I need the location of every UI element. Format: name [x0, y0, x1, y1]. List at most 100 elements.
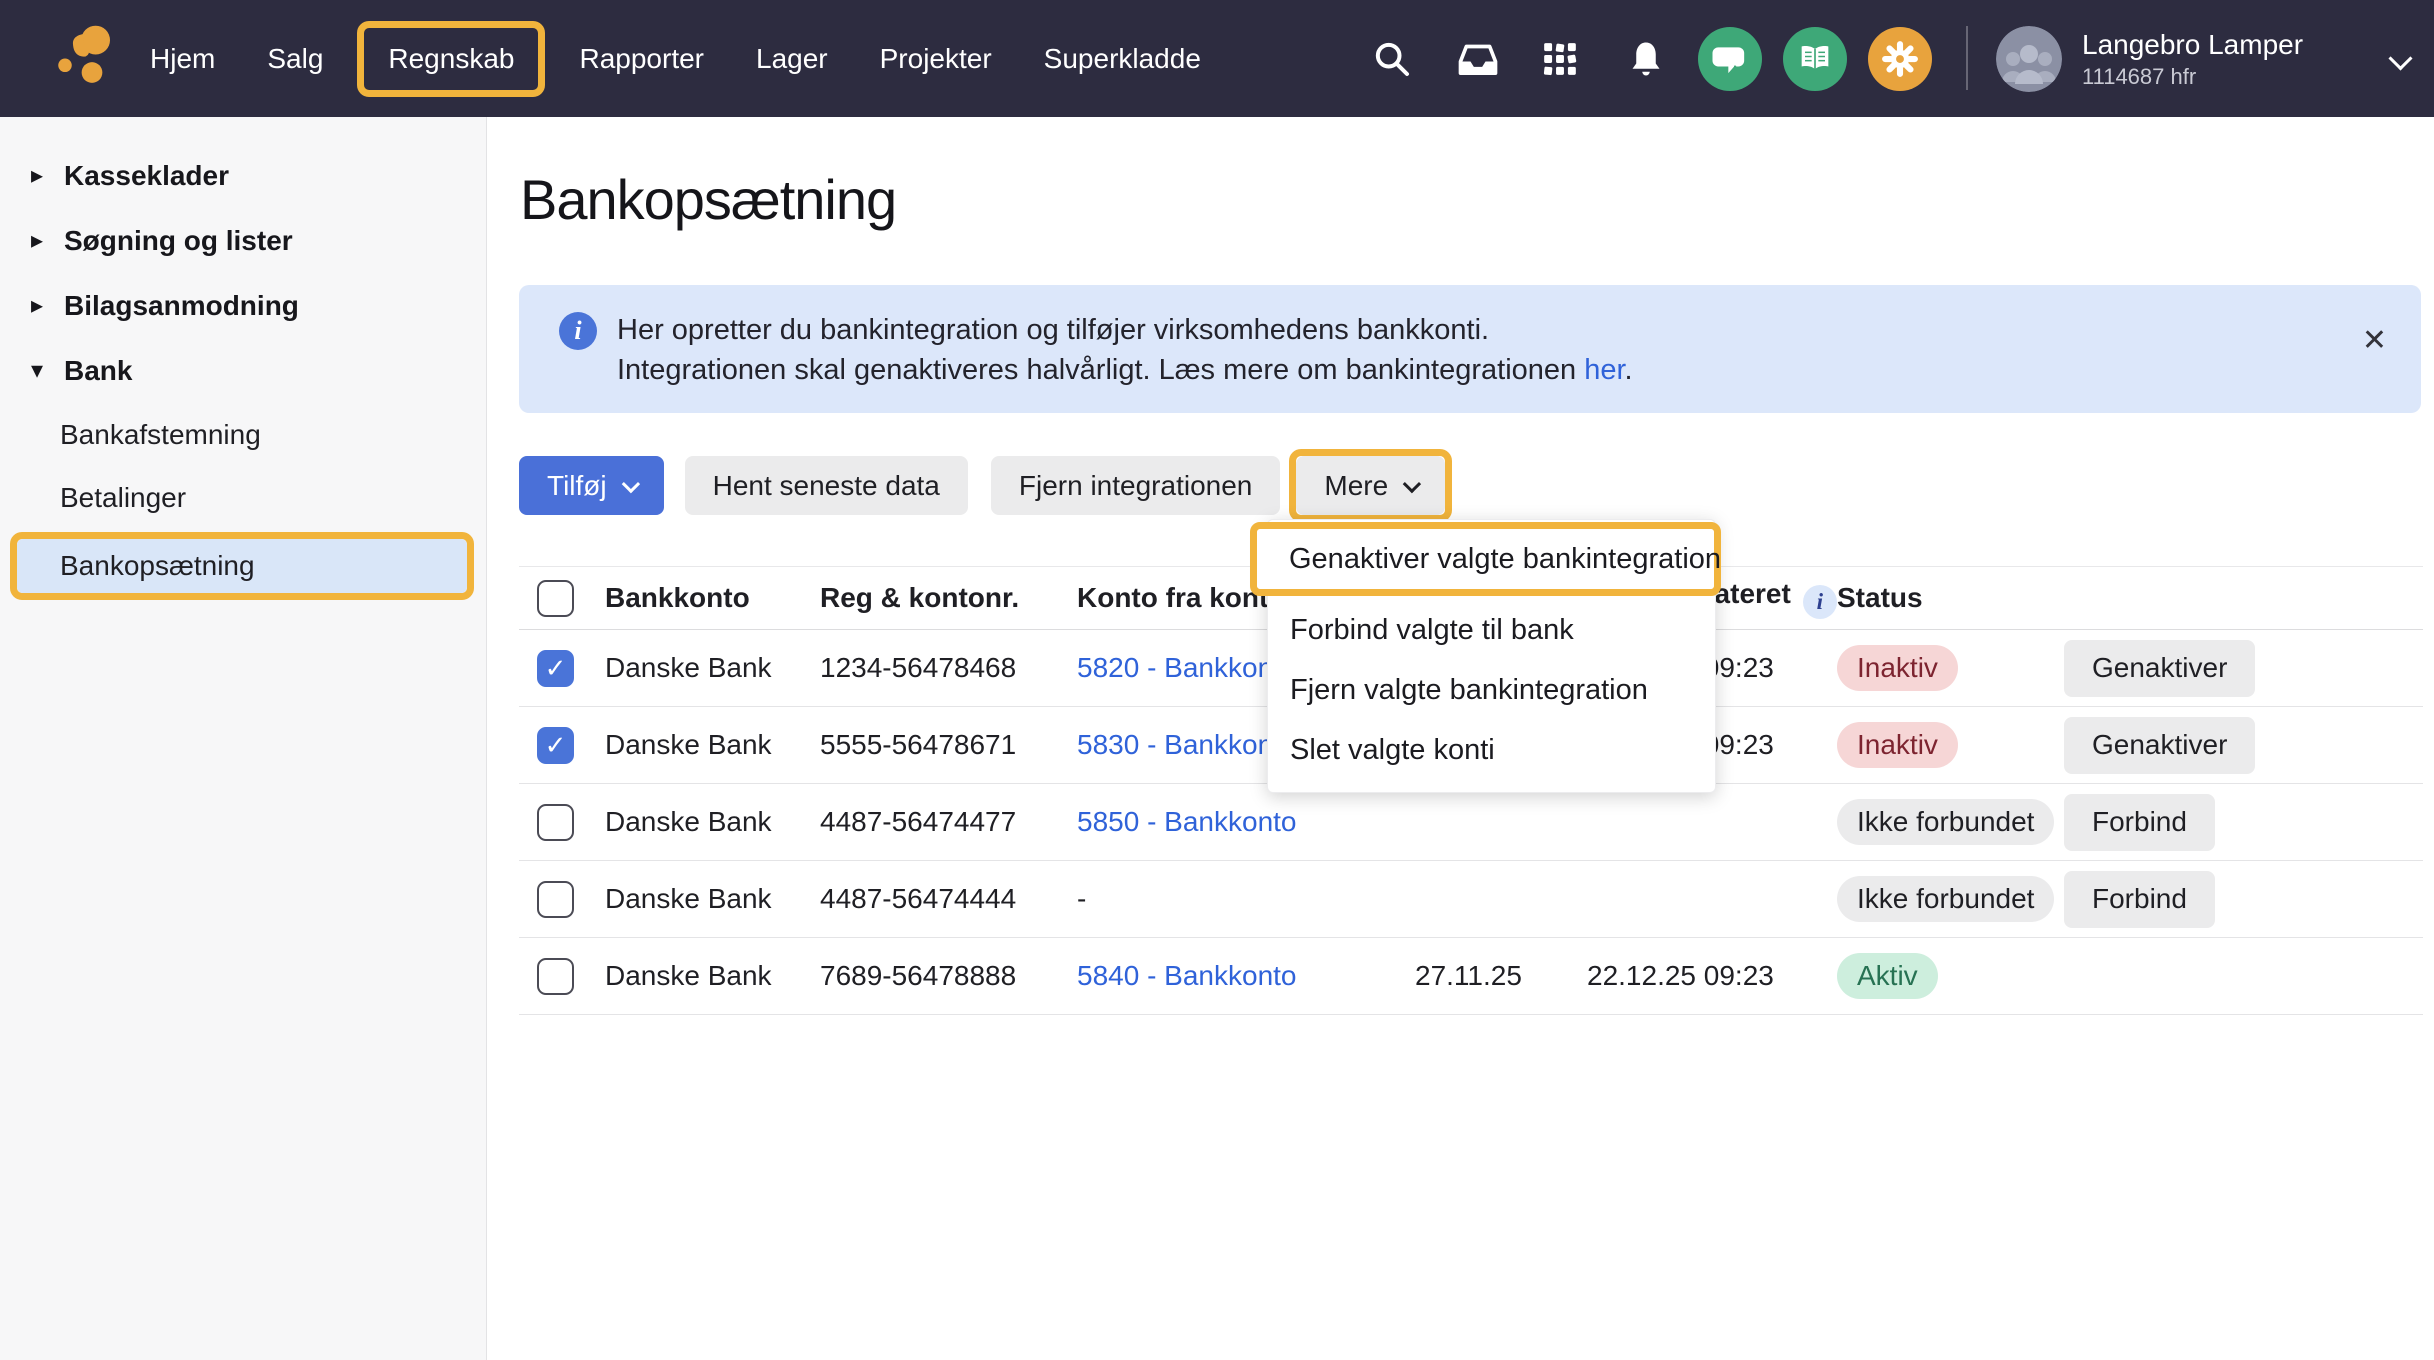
main-nav: Hjem Salg Regnskab Rapporter Lager Projekter S…: [150, 0, 1201, 117]
row-checkbox-cell: ✓: [519, 727, 605, 764]
annotation-mere-button: Mere: [1289, 449, 1452, 522]
row-checkbox[interactable]: [537, 958, 574, 995]
status-badge: Inaktiv: [1837, 645, 1958, 691]
status-cell: Ikke forbundet: [1837, 876, 2064, 922]
sidebar-section-label: Kasseklader: [64, 160, 229, 192]
column-header-reg-kontonr: Reg & kontonr.: [820, 582, 1077, 614]
menu-item-slet-valgte-konti[interactable]: Slet valgte konti: [1268, 720, 1715, 780]
fjern-integrationen-button[interactable]: Fjern integrationen: [991, 456, 1280, 515]
bankkonto-cell: Danske Bank: [605, 960, 820, 992]
date2-cell: 22.12.25 09:23: [1587, 960, 1837, 992]
action-cell: Genaktiver: [2064, 640, 2423, 697]
caret-down-icon: ▾: [31, 356, 49, 385]
banner-her-link[interactable]: her: [1584, 354, 1624, 386]
status-cell: Aktiv: [1837, 953, 2064, 999]
row-checkbox[interactable]: ✓: [537, 727, 574, 764]
bankkonto-cell: Danske Bank: [605, 729, 820, 761]
toolbar: Tilføj Hent seneste data Fjern integrati…: [519, 449, 1452, 522]
mere-dropdown-menu: Genaktiver valgte bankintegrationForbind…: [1267, 519, 1716, 793]
konto-link[interactable]: 5840 - Bankkonto: [1077, 960, 1297, 991]
user-avatar[interactable]: [1996, 26, 2062, 92]
nav-item-salg[interactable]: Salg: [267, 43, 323, 75]
banner-line2: Integrationen skal genaktiveres halvårli…: [617, 350, 1633, 390]
row-action-button[interactable]: Forbind: [2064, 794, 2215, 851]
konto-link[interactable]: 5830 - Bankkonto: [1077, 729, 1297, 760]
sidebar-section-s-gning-og-lister[interactable]: ▸Søgning og lister: [0, 208, 486, 273]
page-title: Bankopsætning: [520, 167, 896, 232]
column-header-status: Status: [1837, 582, 2064, 614]
annotation-sidebar-item: Bankopsætning: [10, 532, 474, 600]
nav-item-regnskab[interactable]: Regnskab: [388, 43, 514, 75]
nav-item-lager[interactable]: Lager: [756, 43, 828, 75]
app-logo-icon[interactable]: [38, 14, 128, 104]
sidebar-section-label: Bank: [64, 355, 132, 387]
help-book-icon[interactable]: [1783, 0, 1847, 117]
status-cell: Inaktiv: [1837, 722, 2064, 768]
nav-item-projekter[interactable]: Projekter: [880, 43, 992, 75]
status-cell: Ikke forbundet: [1837, 799, 2064, 845]
sidebar-item-bankopsætning[interactable]: Bankopsætning: [17, 539, 467, 593]
konto-link[interactable]: 5820 - Bankkonto: [1077, 652, 1297, 683]
banner-line1: Her opretter du bankintegration og tilfø…: [617, 310, 1633, 350]
konto-cell: 5840 - Bankkonto: [1077, 960, 1415, 992]
menu-item-fjern-valgte-bankintegration[interactable]: Fjern valgte bankintegration: [1268, 660, 1715, 720]
row-checkbox-cell: [519, 881, 605, 918]
top-navigation-bar: Hjem Salg Regnskab Rapporter Lager Projekter S…: [0, 0, 2434, 117]
sidebar-section-bank[interactable]: ▾ Bank: [0, 338, 486, 403]
banner-close-icon[interactable]: ✕: [2362, 323, 2387, 358]
status-cell: Inaktiv: [1837, 645, 2064, 691]
menu-item-genaktiver-valgte-bankintegration[interactable]: Genaktiver valgte bankintegration: [1257, 529, 1714, 589]
user-name: Langebro Lamper: [2082, 27, 2303, 63]
nav-item-superkladde[interactable]: Superkladde: [1044, 43, 1201, 75]
status-badge: Aktiv: [1837, 953, 1938, 999]
column-info-icon[interactable]: i: [1803, 585, 1837, 619]
annotation-menu-item: Genaktiver valgte bankintegration: [1250, 522, 1721, 596]
reg-kontonr-cell: 5555-56478671: [820, 729, 1077, 761]
apps-grid-icon[interactable]: [1541, 0, 1579, 117]
action-cell: Genaktiver: [2064, 717, 2423, 774]
reg-kontonr-cell: 4487-56474477: [820, 806, 1077, 838]
table-row: Danske Bank4487-56474444-Ikke forbundetF…: [519, 861, 2423, 938]
inbox-tray-icon[interactable]: [1458, 0, 1498, 117]
chevron-down-icon: [1403, 475, 1421, 493]
user-company-id: 1114687 hfr: [2082, 63, 2303, 91]
row-checkbox-cell: [519, 958, 605, 995]
annotation-nav-item: Regnskab: [357, 21, 545, 97]
sidebar-section-label: Bilagsanmodning: [64, 290, 299, 322]
status-badge: Inaktiv: [1837, 722, 1958, 768]
sidebar: ▸ Kasseklader ▸Søgning og lister▸Bilagsanm…: [0, 117, 487, 1360]
sidebar-section-bilagsanmodning[interactable]: ▸Bilagsanmodning: [0, 273, 486, 338]
sidebar-section-kasseklader[interactable]: ▸ Kasseklader: [0, 143, 486, 208]
action-cell: Forbind: [2064, 871, 2423, 928]
row-action-button[interactable]: Genaktiver: [2064, 717, 2255, 774]
status-badge: Ikke forbundet: [1837, 876, 2054, 922]
chat-support-icon[interactable]: [1698, 0, 1762, 117]
bankkonto-cell: Danske Bank: [605, 883, 820, 915]
row-checkbox[interactable]: ✓: [537, 650, 574, 687]
search-icon[interactable]: [1372, 0, 1412, 117]
nav-item-hjem[interactable]: Hjem: [150, 43, 215, 75]
nav-item-rapporter[interactable]: Rapporter: [579, 43, 704, 75]
sidebar-item-bankafstemning[interactable]: Bankafstemning: [0, 403, 486, 466]
main-content: Bankopsætning i Her opretter du bankinte…: [487, 117, 2434, 1360]
tilfoj-button[interactable]: Tilføj: [519, 456, 664, 515]
sidebar-item-betalinger[interactable]: Betalinger: [0, 466, 486, 529]
user-menu[interactable]: Langebro Lamper 1114687 hfr: [2082, 27, 2303, 91]
user-chevron-down-icon[interactable]: [2388, 46, 2412, 70]
table-row: Danske Bank4487-564744775850 - Bankkonto…: [519, 784, 2423, 861]
hent-seneste-data-button[interactable]: Hent seneste data: [685, 456, 968, 515]
mere-button[interactable]: Mere: [1296, 456, 1445, 515]
konto-link[interactable]: 5850 - Bankkonto: [1077, 806, 1297, 837]
notifications-bell-icon[interactable]: [1628, 0, 1664, 117]
row-action-button[interactable]: Forbind: [2064, 871, 2215, 928]
row-action-button[interactable]: Genaktiver: [2064, 640, 2255, 697]
sidebar-section-label: Søgning og lister: [64, 225, 293, 257]
caret-right-icon: ▸: [31, 161, 49, 190]
row-checkbox[interactable]: [537, 881, 574, 918]
menu-item-forbind-valgte-til-bank[interactable]: Forbind valgte til bank: [1268, 600, 1715, 660]
bankkonto-cell: Danske Bank: [605, 806, 820, 838]
row-checkbox[interactable]: [537, 804, 574, 841]
select-all-checkbox[interactable]: [537, 580, 574, 617]
settings-gear-icon[interactable]: [1868, 0, 1932, 117]
konto-cell: 5850 - Bankkonto: [1077, 806, 1415, 838]
